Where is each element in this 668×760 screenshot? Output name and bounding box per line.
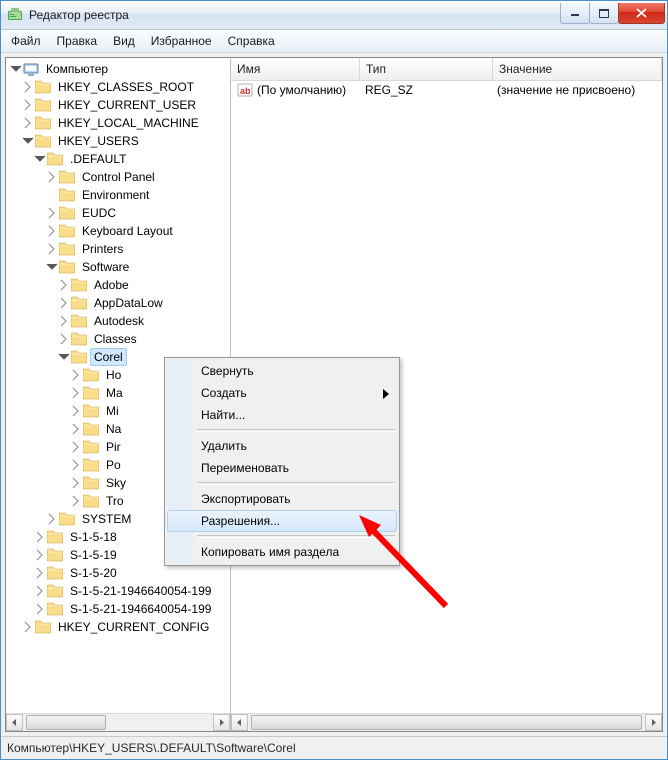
tree-appdatalow[interactable]: AppDataLow — [6, 294, 230, 312]
tree-control-panel[interactable]: Control Panel — [6, 168, 230, 186]
cm-copy-key-name[interactable]: Копировать имя раздела — [167, 541, 397, 563]
svg-text:ab: ab — [240, 86, 251, 96]
tree-environment[interactable]: Environment — [6, 186, 230, 204]
tree-default[interactable]: .DEFAULT — [6, 150, 230, 168]
cm-permissions[interactable]: Разрешения... — [167, 510, 397, 532]
menu-file[interactable]: Файл — [3, 30, 49, 52]
context-menu-separator — [197, 482, 395, 485]
context-menu-separator — [197, 429, 395, 432]
list-hscrollbar[interactable] — [231, 713, 662, 731]
maximize-button[interactable] — [589, 3, 619, 24]
tree-software[interactable]: Software — [6, 258, 230, 276]
menubar: Файл Правка Вид Избранное Справка — [1, 30, 667, 53]
tree-eudc[interactable]: EUDC — [6, 204, 230, 222]
menu-help[interactable]: Справка — [220, 30, 283, 52]
context-menu-separator — [197, 535, 395, 538]
tree-hkcu[interactable]: HKEY_CURRENT_USER — [6, 96, 230, 114]
col-type[interactable]: Тип — [360, 58, 493, 80]
tree-corel-label: Corel — [90, 348, 127, 366]
scroll-thumb[interactable] — [26, 715, 106, 730]
menu-favorites[interactable]: Избранное — [143, 30, 220, 52]
list-row[interactable]: ab (По умолчанию) REG_SZ (значение не пр… — [231, 81, 662, 99]
string-value-icon: ab — [237, 82, 253, 98]
cm-collapse[interactable]: Свернуть — [167, 360, 397, 382]
cm-delete[interactable]: Удалить — [167, 435, 397, 457]
list-header: Имя Тип Значение — [231, 58, 662, 81]
tree-s1521b[interactable]: S-1-5-21-1946640054-199 — [6, 600, 230, 618]
col-name[interactable]: Имя — [231, 58, 360, 80]
tree-hku[interactable]: HKEY_USERS — [6, 132, 230, 150]
list-cell-type: REG_SZ — [359, 83, 491, 97]
tree-root[interactable]: Компьютер — [6, 60, 230, 78]
list-cell-name: (По умолчанию) — [257, 83, 346, 97]
cm-new[interactable]: Создать — [167, 382, 397, 404]
cm-find[interactable]: Найти... — [167, 404, 397, 426]
statusbar-path: Компьютер\HKEY_USERS\.DEFAULT\Software\C… — [7, 741, 296, 755]
cm-rename[interactable]: Переименовать — [167, 457, 397, 479]
close-button[interactable] — [618, 3, 665, 24]
tree-adobe[interactable]: Adobe — [6, 276, 230, 294]
tree-hscrollbar[interactable] — [6, 713, 230, 731]
titlebar: Редактор реестра — [1, 1, 667, 30]
tree-hkcr[interactable]: HKEY_CLASSES_ROOT — [6, 78, 230, 96]
minimize-button[interactable] — [560, 3, 590, 24]
scroll-right-icon[interactable] — [645, 714, 662, 731]
tree-autodesk[interactable]: Autodesk — [6, 312, 230, 330]
col-value[interactable]: Значение — [493, 58, 662, 80]
context-menu: Свернуть Создать Найти... Удалить Переим… — [164, 357, 400, 566]
submenu-arrow-icon — [383, 388, 389, 402]
tree-root-label: Компьютер — [42, 60, 112, 78]
menu-view[interactable]: Вид — [105, 30, 143, 52]
tree-keyboard-layout[interactable]: Keyboard Layout — [6, 222, 230, 240]
window-buttons — [561, 3, 665, 23]
scroll-left-icon[interactable] — [231, 714, 248, 731]
cm-export[interactable]: Экспортировать — [167, 488, 397, 510]
tree-hklm[interactable]: HKEY_LOCAL_MACHINE — [6, 114, 230, 132]
tree-s1520[interactable]: S-1-5-20 — [6, 564, 230, 582]
app-icon — [7, 7, 23, 23]
list-cell-value: (значение не присвоено) — [491, 83, 662, 97]
statusbar: Компьютер\HKEY_USERS\.DEFAULT\Software\C… — [1, 736, 667, 759]
window-title: Редактор реестра — [29, 8, 561, 22]
scroll-left-icon[interactable] — [6, 714, 23, 731]
tree-s1521a[interactable]: S-1-5-21-1946640054-199 — [6, 582, 230, 600]
scroll-thumb[interactable] — [251, 715, 642, 730]
main-window: Редактор реестра Файл Правка Вид Избранн… — [0, 0, 668, 760]
tree-hkcc[interactable]: HKEY_CURRENT_CONFIG — [6, 618, 230, 636]
tree-printers[interactable]: Printers — [6, 240, 230, 258]
scroll-right-icon[interactable] — [213, 714, 230, 731]
menu-edit[interactable]: Правка — [49, 30, 106, 52]
tree-classes[interactable]: Classes — [6, 330, 230, 348]
